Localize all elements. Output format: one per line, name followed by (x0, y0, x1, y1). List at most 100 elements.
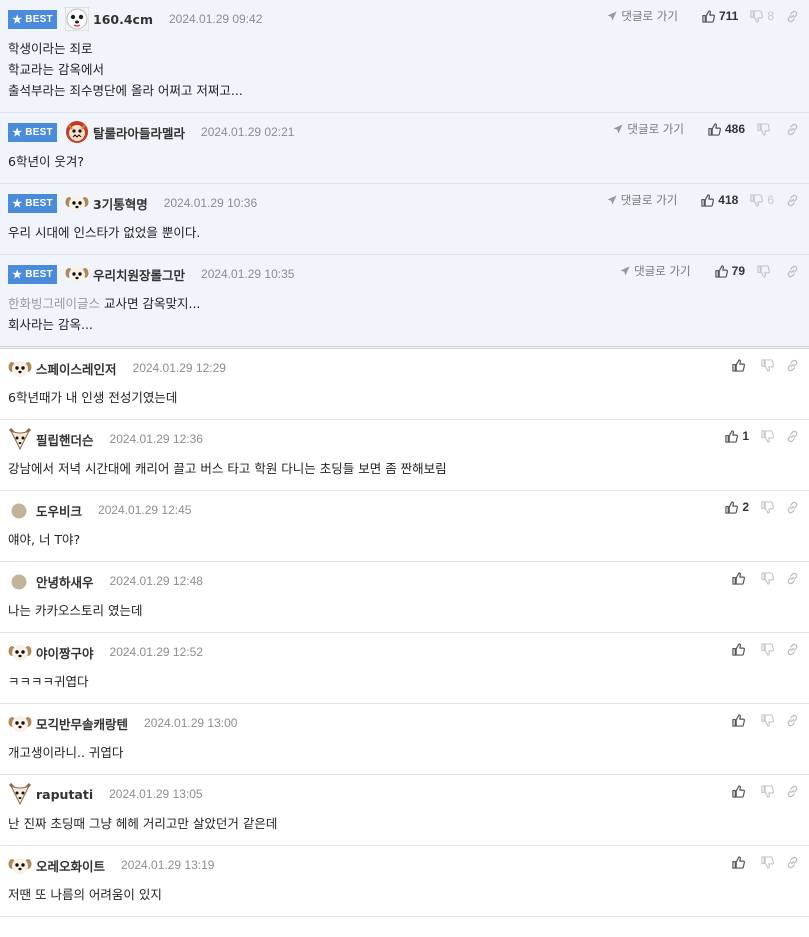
downvote-button[interactable] (761, 642, 774, 656)
nickname[interactable]: 탈룰라아들라멜라 (93, 123, 185, 142)
puppy-face-icon[interactable] (8, 356, 32, 380)
thumbs-up-icon (732, 358, 745, 372)
link-button[interactable] (786, 714, 799, 727)
thumbs-down-icon (761, 784, 774, 798)
nickname[interactable]: 모긱반무솔캐랑텐 (36, 714, 128, 733)
nickname[interactable]: 스페이스레인저 (36, 359, 117, 378)
comment-item: ★ BEST 160.4cm 2024.01.29 09:42 댓글로 가기 71… (0, 0, 809, 113)
nickname[interactable]: 160.4cm (93, 12, 153, 27)
comment-line: 학교라는 감옥에서 (8, 62, 104, 77)
link-button[interactable] (786, 430, 799, 443)
puppy-face-icon[interactable] (8, 853, 32, 877)
downvote-button[interactable]: 8 (750, 9, 774, 23)
goto-comment-link[interactable]: 댓글로 가기 (607, 192, 677, 208)
link-icon (787, 643, 798, 655)
link-button[interactable] (786, 572, 799, 585)
comment-item: ★ BEST 3기통혁명 2024.01.29 10:36 댓글로 가기 418 … (0, 184, 809, 255)
default-avatar-icon[interactable] (8, 498, 32, 522)
upvote-button[interactable] (732, 358, 749, 372)
upvote-button[interactable]: 2 (725, 500, 749, 514)
thumbs-down-icon (761, 358, 774, 372)
link-button[interactable] (786, 785, 799, 798)
downvote-button[interactable] (761, 855, 774, 869)
link-button[interactable] (786, 123, 799, 136)
upvote-count: 418 (718, 193, 739, 207)
link-button[interactable] (786, 501, 799, 514)
comment-body: 얘야, 너 T야? (8, 521, 801, 561)
upvote-button[interactable] (732, 855, 749, 869)
nickname[interactable]: 우리치원장롤그만 (93, 265, 185, 284)
upvote-button[interactable] (732, 571, 749, 585)
upvote-button[interactable]: 486 (708, 122, 745, 136)
puppy-face-icon[interactable] (8, 711, 32, 735)
comment-line: 6학년때가 내 인생 전성기였는데 (8, 390, 178, 405)
comment-item: ★ BEST 우리치원장롤그만 2024.01.29 10:35 댓글로 가기 7… (0, 255, 809, 349)
link-icon (787, 10, 798, 22)
link-icon (787, 856, 798, 868)
fox-face-icon[interactable] (8, 427, 32, 451)
upvote-count: 2 (742, 500, 749, 514)
default-avatar-icon[interactable] (8, 569, 32, 593)
comment-line: ㅋㅋㅋㅋ귀엽다 (8, 674, 89, 689)
downvote-button[interactable] (761, 358, 774, 372)
comment-line: 개고생이라니.. 귀엽다 (8, 745, 124, 760)
thumbs-up-icon (702, 9, 715, 23)
upvote-button[interactable] (732, 713, 749, 727)
downvote-button[interactable] (761, 784, 774, 798)
nickname[interactable]: 도우비크 (36, 501, 82, 520)
comment-item: 안녕하새우 2024.01.29 12:48 나는 카카오스토리 였는데 (0, 562, 809, 633)
comment-item: 야이짱구야 2024.01.29 12:52 ㅋㅋㅋㅋ귀엽다 (0, 633, 809, 704)
link-button[interactable] (786, 643, 799, 656)
nickname[interactable]: 안녕하새우 (36, 572, 94, 591)
downvote-button[interactable]: 6 (750, 193, 774, 207)
downvote-button[interactable] (761, 713, 774, 727)
link-icon (787, 714, 798, 726)
link-button[interactable] (786, 265, 799, 278)
thumbs-down-icon (750, 9, 764, 23)
best-badge: ★ BEST (8, 264, 57, 284)
puppy-face-icon[interactable] (65, 262, 89, 286)
nickname[interactable]: 3기통혁명 (93, 194, 148, 213)
comment-date: 2024.01.29 12:48 (109, 574, 203, 588)
goto-comment-link[interactable]: 댓글로 가기 (613, 121, 684, 137)
downvote-button[interactable] (761, 500, 774, 514)
goto-comment-link[interactable]: 댓글로 가기 (620, 263, 691, 279)
upvote-button[interactable] (732, 784, 749, 798)
upvote-button[interactable]: 711 (702, 9, 738, 23)
bichon-face-icon[interactable] (65, 7, 89, 31)
comment-body: 6학년이 웃겨? (8, 143, 801, 183)
upvote-button[interactable]: 1 (725, 429, 749, 443)
downvote-button[interactable] (757, 122, 774, 136)
link-button[interactable] (786, 194, 799, 207)
thumbs-up-icon (732, 571, 745, 585)
puppy-face-icon[interactable] (65, 191, 89, 215)
thumbs-up-icon (732, 713, 745, 727)
puppy-face-icon[interactable] (8, 640, 32, 664)
nickname[interactable]: 야이짱구야 (36, 643, 94, 662)
thumbs-down-icon (761, 500, 774, 514)
upvote-button[interactable]: 418 (701, 193, 738, 207)
comment-date: 2024.01.29 13:19 (121, 858, 215, 872)
link-button[interactable] (786, 359, 799, 372)
link-icon (787, 123, 798, 135)
link-button[interactable] (786, 10, 799, 23)
downvote-button[interactable] (757, 264, 774, 278)
comment-line: 한화빙그레이글스 교사면 감옥맞지... (8, 296, 201, 311)
downvote-button[interactable] (761, 429, 774, 443)
comment-date: 2024.01.29 10:35 (201, 267, 295, 281)
fox-face-icon[interactable] (8, 782, 32, 806)
upvote-button[interactable] (732, 642, 749, 656)
nickname[interactable]: 필립핸더슨 (36, 430, 94, 449)
mention-link[interactable]: 한화빙그레이글스 (8, 296, 100, 311)
comment-body: ㅋㅋㅋㅋ귀엽다 (8, 663, 801, 703)
goto-comment-link[interactable]: 댓글로 가기 (607, 8, 678, 24)
thumbs-down-icon (761, 713, 774, 727)
comment-line: 저땐 또 나름의 어려움이 있지 (8, 887, 162, 902)
upvote-button[interactable]: 79 (714, 264, 745, 278)
downvote-button[interactable] (761, 571, 774, 585)
nickname[interactable]: 오레오화이트 (36, 856, 105, 875)
nickname[interactable]: raputati (36, 787, 93, 802)
comment-item: ★ BEST 탈룰라아들라멜라 2024.01.29 02:21 댓글로 가기 4… (0, 113, 809, 184)
beast-face-icon[interactable] (65, 120, 89, 144)
link-button[interactable] (786, 856, 799, 869)
